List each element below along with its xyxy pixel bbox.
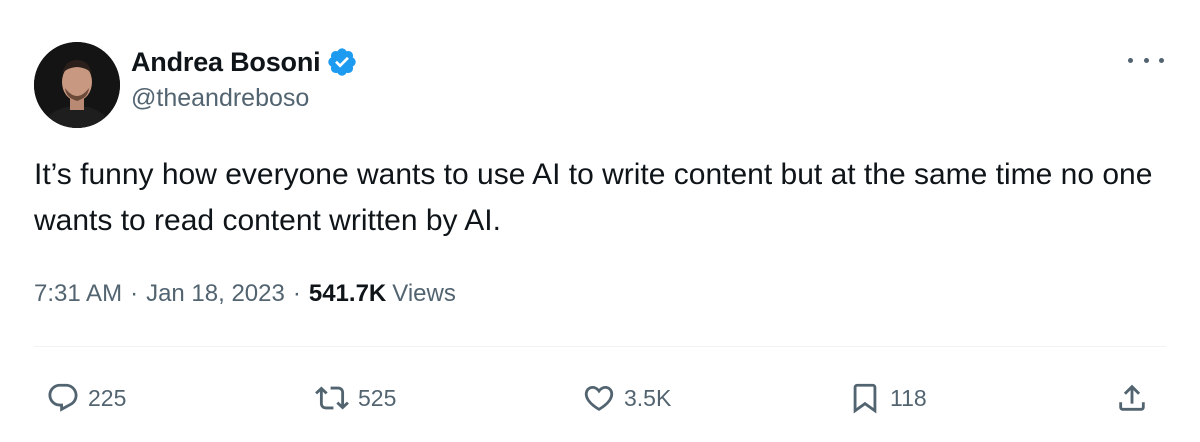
- meta-separator: ·: [130, 280, 139, 307]
- repost-count: 525: [358, 384, 397, 411]
- views-label: Views: [392, 280, 456, 307]
- more-dot: [1159, 57, 1164, 63]
- divider: [34, 346, 1166, 347]
- tweet-time[interactable]: 7:31 AM: [34, 280, 122, 308]
- bookmark-icon: [848, 381, 882, 415]
- bookmark-button[interactable]: 118: [848, 370, 927, 426]
- share-icon: [1115, 381, 1149, 415]
- like-button[interactable]: 3.5K: [582, 370, 671, 426]
- avatar[interactable]: [34, 42, 120, 128]
- more-options-icon[interactable]: [1128, 50, 1164, 70]
- more-dot: [1128, 57, 1133, 63]
- reply-button[interactable]: 225: [46, 370, 126, 426]
- verified-badge-icon: [326, 46, 358, 78]
- display-name-row: Andrea Bosoni: [131, 44, 358, 80]
- repost-button[interactable]: 525: [314, 370, 396, 426]
- bookmark-count: 118: [890, 384, 927, 411]
- heart-icon: [582, 381, 616, 415]
- reply-icon: [46, 381, 80, 415]
- user-handle[interactable]: @theandreboso: [131, 84, 309, 113]
- reply-count: 225: [88, 384, 127, 411]
- action-bar: 225 525 3.5K 118: [0, 370, 1200, 426]
- tweet-text: It’s funny how everyone wants to use AI …: [34, 158, 1153, 237]
- tweet-meta: 7:31 AM · Jan 18, 2023 · 541.7K Views: [34, 280, 456, 308]
- more-dot: [1143, 57, 1149, 63]
- display-name[interactable]: Andrea Bosoni: [131, 47, 321, 78]
- share-button[interactable]: [1115, 370, 1149, 426]
- views-count: 541.7K: [308, 280, 387, 307]
- like-count: 3.5K: [624, 384, 672, 411]
- tweet-date[interactable]: Jan 18, 2023: [146, 280, 285, 308]
- repost-icon: [314, 381, 350, 415]
- tweet-card: Andrea Bosoni @theandreboso It’s funny h…: [0, 0, 1200, 442]
- meta-separator: ·: [292, 280, 301, 307]
